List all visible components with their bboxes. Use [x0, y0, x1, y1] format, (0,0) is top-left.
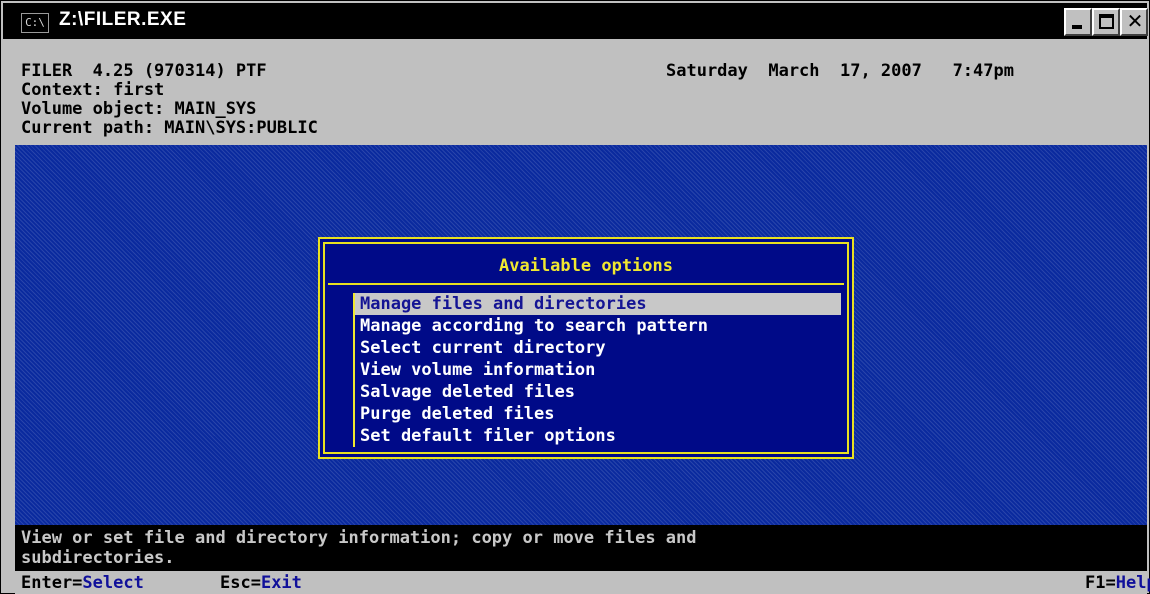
menu-item-manage-files[interactable]: Manage files and directories	[353, 293, 841, 315]
maximize-icon	[1099, 14, 1114, 29]
menu-item-purge[interactable]: Purge deleted files	[353, 403, 841, 425]
menu-item-select-directory[interactable]: Select current directory	[353, 337, 841, 359]
context-info: Context: first	[21, 80, 165, 100]
options-dialog: Available options Manage files and direc…	[318, 237, 854, 459]
maximize-button[interactable]	[1092, 8, 1120, 36]
menu-item-default-options[interactable]: Set default filer options	[353, 425, 841, 447]
f1-key-action: Help	[1115, 573, 1150, 593]
minimize-button[interactable]	[1064, 8, 1092, 36]
options-menu: Manage files and directories Manage acco…	[353, 293, 841, 447]
dialog-title: Available options	[328, 247, 844, 285]
console-screen: FILER 4.25 (970314) PTF Saturday March 1…	[15, 61, 1150, 594]
minimize-icon	[1072, 25, 1082, 29]
status-header: FILER 4.25 (970314) PTF Saturday March 1…	[15, 61, 1147, 145]
current-path: Current path: MAIN\SYS:PUBLIC	[21, 118, 318, 138]
help-text: View or set file and directory informati…	[15, 525, 1147, 571]
date-time: Saturday March 17, 2007 7:47pm	[666, 61, 1014, 81]
f1-key-label: F1=	[1085, 573, 1116, 593]
volume-info: Volume object: MAIN_SYS	[21, 99, 257, 119]
enter-key-label: Enter=	[21, 573, 83, 593]
enter-key-hint[interactable]: Enter=Select	[21, 571, 144, 594]
f1-key-hint[interactable]: F1=Help	[1085, 571, 1150, 594]
menu-item-salvage[interactable]: Salvage deleted files	[353, 381, 841, 403]
console-app-icon[interactable]: C:\	[21, 13, 49, 33]
function-key-bar: Enter=Select Esc=Exit F1=Help	[15, 571, 1150, 594]
console-window: C:\ Z:\FILER.EXE ✕ FILER 4.25 (970314) P…	[0, 0, 1150, 594]
esc-key-hint[interactable]: Esc=Exit	[220, 571, 302, 594]
desktop-background: Available options Manage files and direc…	[15, 145, 1147, 525]
close-icon: ✕	[1126, 9, 1144, 33]
app-version: FILER 4.25 (970314) PTF	[21, 61, 267, 81]
window-title: Z:\FILER.EXE	[59, 9, 187, 30]
menu-item-search-pattern[interactable]: Manage according to search pattern	[353, 315, 841, 337]
esc-key-action: Exit	[260, 573, 302, 593]
close-button[interactable]: ✕	[1120, 8, 1148, 36]
title-bar[interactable]: C:\ Z:\FILER.EXE ✕	[3, 3, 1148, 39]
menu-item-volume-info[interactable]: View volume information	[353, 359, 841, 381]
enter-key-action: Select	[82, 573, 144, 593]
esc-key-label: Esc=	[220, 573, 261, 593]
